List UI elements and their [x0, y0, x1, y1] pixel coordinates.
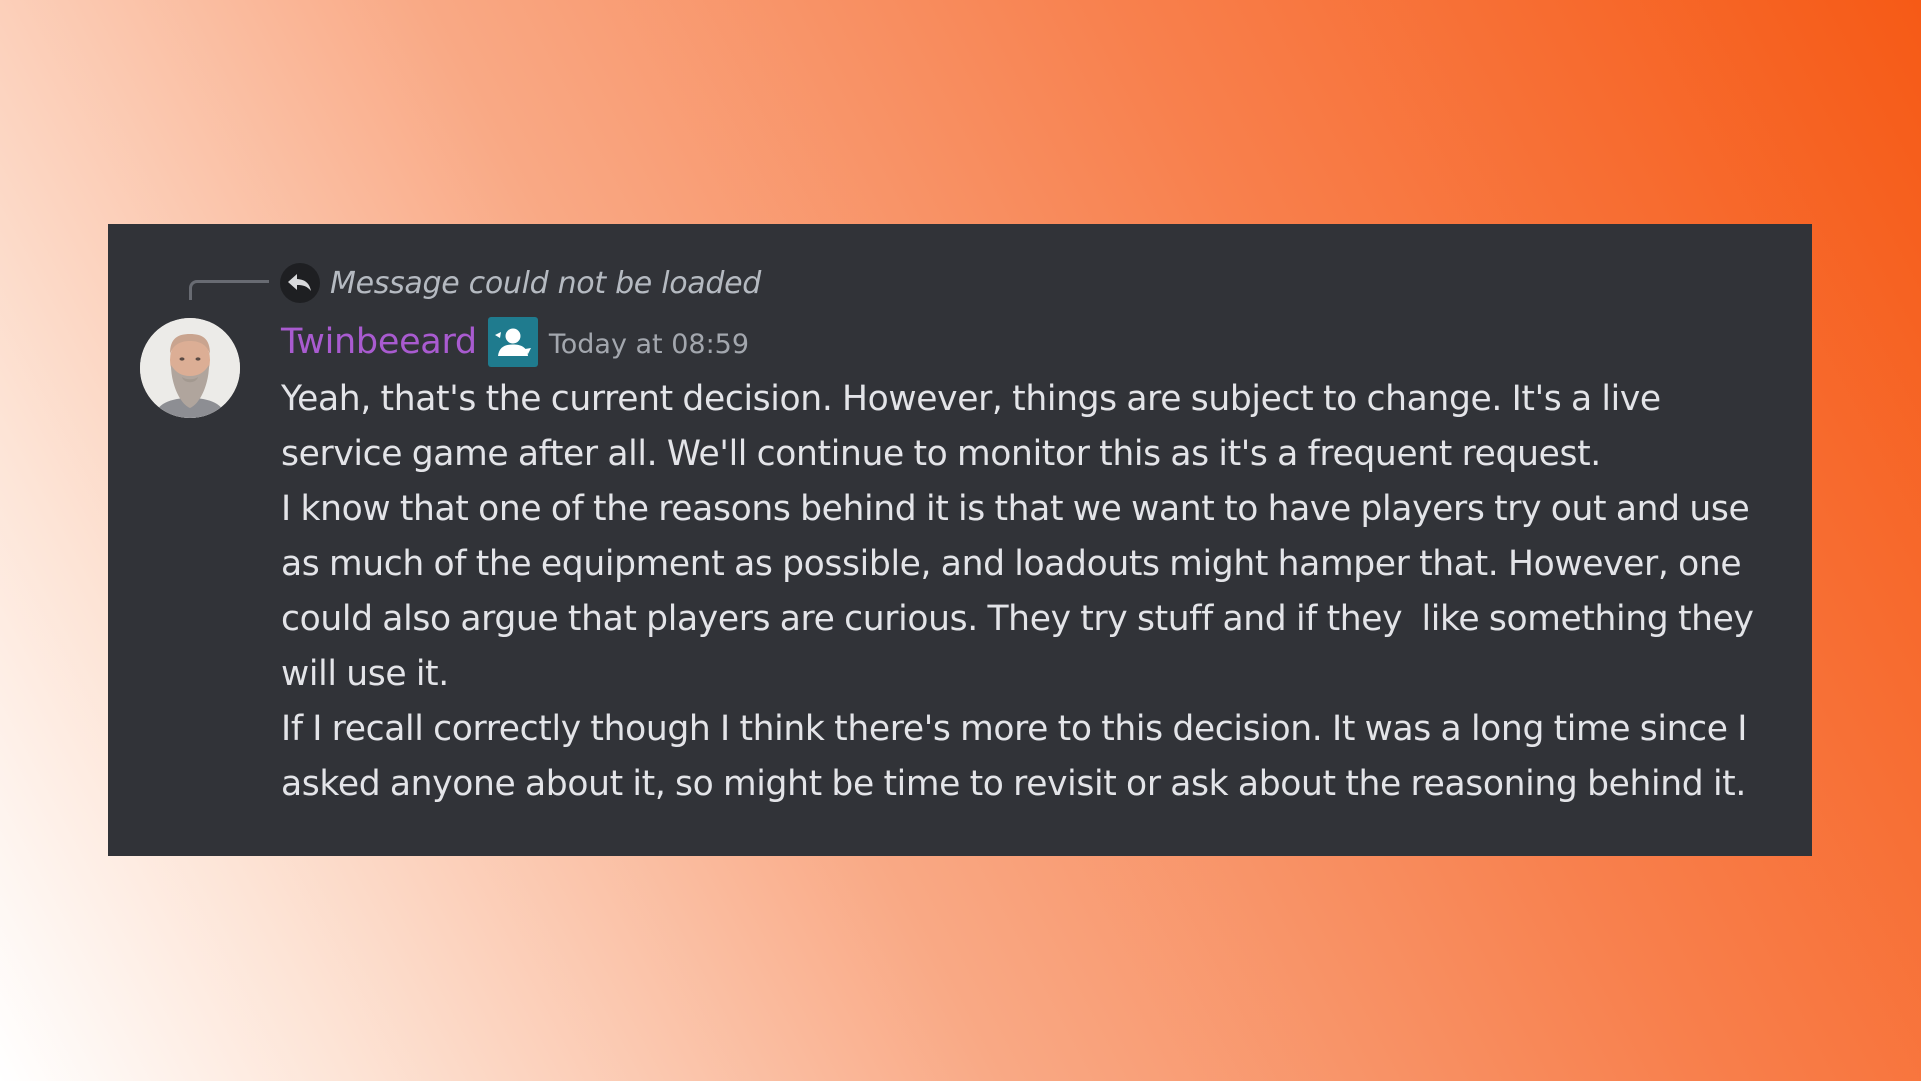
message-content: Yeah, that's the current decision. Howev… — [281, 372, 1781, 812]
reply-spine — [189, 280, 269, 300]
message-card: Message could not be loaded Twinbeeard T… — [108, 224, 1812, 856]
reply-reference[interactable]: Message could not be loaded — [280, 262, 761, 304]
avatar[interactable] — [140, 318, 240, 418]
message-header: Twinbeeard Today at 08:59 — [281, 314, 749, 370]
username[interactable]: Twinbeeard — [281, 322, 477, 362]
reply-unavailable-text: Message could not be loaded — [330, 265, 762, 301]
reply-arrow-icon — [280, 263, 320, 303]
role-badge-icon[interactable] — [487, 317, 538, 367]
timestamp[interactable]: Today at 08:59 — [549, 329, 749, 360]
message-paragraph: Yeah, that's the current decision. Howev… — [281, 379, 1671, 474]
message-paragraph: I know that one of the reasons behind it… — [281, 489, 1764, 694]
message-paragraph: If I recall correctly though I think the… — [281, 709, 1757, 804]
